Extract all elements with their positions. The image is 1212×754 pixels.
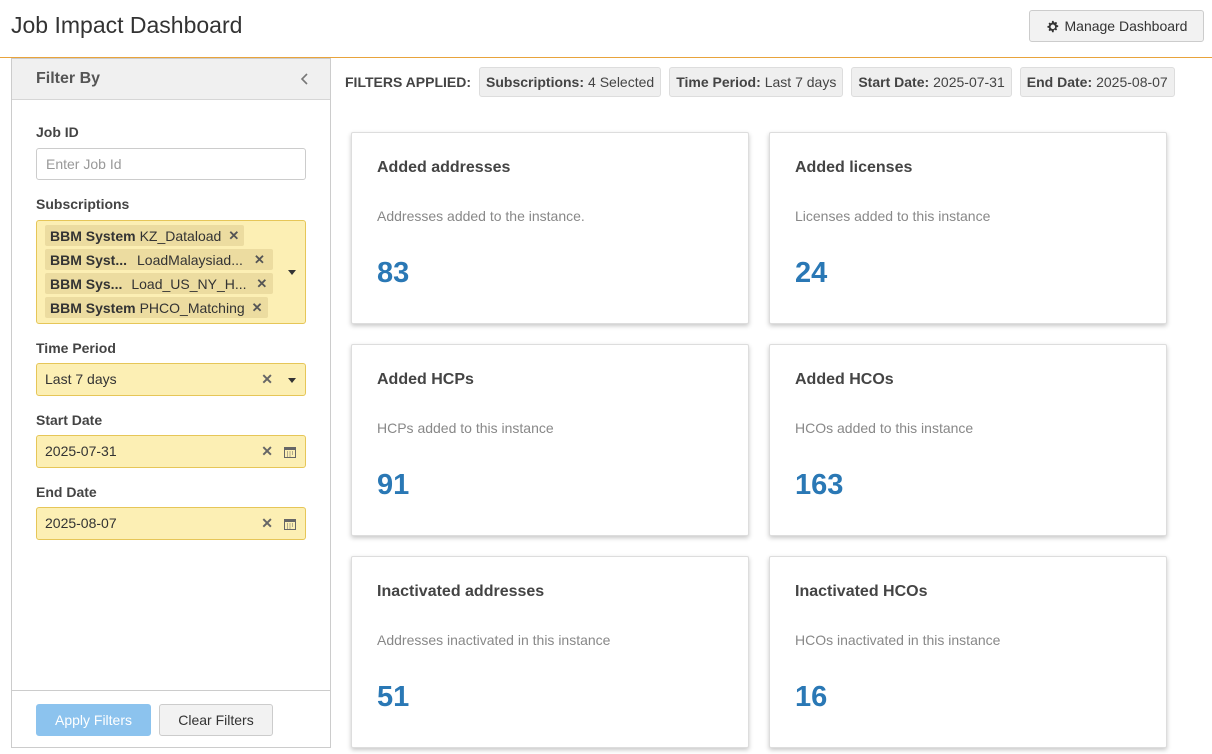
- gear-icon: [1046, 20, 1058, 32]
- calendar-icon[interactable]: [284, 518, 296, 530]
- end-date-input[interactable]: 2025-08-07 ✕: [36, 507, 306, 540]
- start-date-value: 2025-07-31: [45, 443, 117, 459]
- card-description: HCPs added to this instance: [377, 420, 554, 436]
- card-title: Added addresses: [377, 159, 511, 176]
- filter-tag-key: Time Period:: [676, 74, 761, 90]
- filter-tag-value: 4 Selected: [588, 74, 655, 90]
- chip-prefix: BBM System: [50, 227, 136, 244]
- page-header: Job Impact Dashboard Manage Dashboard: [0, 0, 1212, 58]
- card-value: 163: [795, 469, 844, 501]
- metric-card-added-licenses[interactable]: Added licenses Licenses added to this in…: [769, 132, 1167, 324]
- filters-applied-label: FILTERS APPLIED:: [345, 74, 471, 90]
- chip-prefix: BBM Sys...: [50, 275, 123, 292]
- sidebar-title: Filter By: [36, 70, 101, 87]
- chip-text: KZ_Dataload: [139, 227, 222, 244]
- card-description: Licenses added to this instance: [795, 208, 991, 224]
- subscription-chip: BBM Sys... Load_US_NY_H... ✕: [45, 273, 273, 294]
- card-title: Added HCOs: [795, 371, 894, 388]
- chip-prefix: BBM Syst...: [50, 251, 128, 268]
- filters-applied-bar: FILTERS APPLIED: Subscriptions: 4 Select…: [345, 67, 1175, 97]
- chip-text: Load_US_NY_H...: [131, 275, 247, 292]
- filter-tag-value: 2025-07-31: [933, 74, 1005, 90]
- card-value: 16: [795, 681, 828, 713]
- card-title: Added licenses: [795, 159, 913, 176]
- card-value: 83: [377, 257, 410, 289]
- apply-filters-button[interactable]: Apply Filters: [36, 704, 151, 736]
- time-period-label: Time Period: [36, 340, 116, 356]
- remove-chip-icon[interactable]: ✕: [252, 300, 263, 316]
- card-value: 51: [377, 681, 410, 713]
- card-value: 91: [377, 469, 410, 501]
- page-title: Job Impact Dashboard: [11, 12, 243, 38]
- metric-card-added-addresses[interactable]: Added addresses Addresses added to the i…: [351, 132, 749, 324]
- chevron-left-icon[interactable]: [298, 71, 312, 87]
- time-period-value: Last 7 days: [45, 371, 117, 387]
- clear-time-period-icon[interactable]: ✕: [261, 371, 273, 388]
- card-title: Inactivated HCOs: [795, 583, 928, 600]
- sidebar-footer: Apply Filters Clear Filters: [12, 690, 330, 748]
- chip-text: PHCO_Matching: [139, 299, 245, 316]
- job-id-label: Job ID: [36, 124, 79, 140]
- remove-chip-icon[interactable]: ✕: [256, 276, 267, 292]
- card-description: Addresses added to the instance.: [377, 208, 585, 224]
- card-description: Addresses inactivated in this instance: [377, 632, 611, 648]
- card-description: HCOs added to this instance: [795, 420, 974, 436]
- card-description: HCOs inactivated in this instance: [795, 632, 1001, 648]
- remove-chip-icon[interactable]: ✕: [228, 228, 239, 244]
- caret-down-icon[interactable]: [287, 267, 297, 277]
- metric-card-added-hcps[interactable]: Added HCPs HCPs added to this instance 9…: [351, 344, 749, 536]
- card-value: 24: [795, 257, 828, 289]
- time-period-select[interactable]: Last 7 days ✕: [36, 363, 306, 396]
- manage-dashboard-button[interactable]: Manage Dashboard: [1029, 10, 1204, 42]
- caret-down-icon[interactable]: [287, 375, 297, 385]
- filter-tag-start-date: Start Date: 2025-07-31: [851, 67, 1012, 97]
- filter-tag-time-period: Time Period: Last 7 days: [669, 67, 844, 97]
- subscription-chips: BBM System KZ_Dataload ✕ BBM Syst... Loa…: [45, 225, 277, 321]
- subscription-chip: BBM Syst... LoadMalaysiad... ✕: [45, 249, 273, 270]
- filter-tag-subscriptions: Subscriptions: 4 Selected: [479, 67, 662, 97]
- job-id-input[interactable]: [36, 148, 306, 180]
- clear-end-date-icon[interactable]: ✕: [261, 515, 273, 532]
- card-title: Added HCPs: [377, 371, 474, 388]
- remove-chip-icon[interactable]: ✕: [254, 252, 265, 268]
- subscriptions-multiselect[interactable]: BBM System KZ_Dataload ✕ BBM Syst... Loa…: [36, 220, 306, 324]
- start-date-input[interactable]: 2025-07-31 ✕: [36, 435, 306, 468]
- subscription-chip: BBM System PHCO_Matching ✕: [45, 297, 268, 318]
- chip-prefix: BBM System: [50, 299, 136, 316]
- metric-card-added-hcos[interactable]: Added HCOs HCOs added to this instance 1…: [769, 344, 1167, 536]
- end-date-value: 2025-08-07: [45, 515, 117, 531]
- filter-tag-key: Start Date:: [858, 74, 930, 90]
- chip-text: LoadMalaysiad...: [137, 251, 243, 268]
- filter-tag-value: 2025-08-07: [1096, 74, 1168, 90]
- filter-tag-key: End Date:: [1026, 74, 1093, 90]
- metric-card-inactivated-hcos[interactable]: Inactivated HCOs HCOs inactivated in thi…: [769, 556, 1167, 748]
- filter-tag-end-date: End Date: 2025-08-07: [1019, 67, 1175, 97]
- filter-sidebar: Filter By Job ID Subscriptions BBM Syste…: [11, 58, 331, 748]
- card-title: Inactivated addresses: [377, 583, 545, 600]
- clear-filters-button[interactable]: Clear Filters: [159, 704, 273, 736]
- end-date-label: End Date: [36, 484, 97, 500]
- filter-tag-key: Subscriptions:: [486, 74, 585, 90]
- filter-tag-value: Last 7 days: [764, 74, 837, 90]
- subscription-chip: BBM System KZ_Dataload ✕: [45, 225, 245, 246]
- clear-start-date-icon[interactable]: ✕: [261, 443, 273, 460]
- sidebar-header: Filter By: [12, 58, 330, 100]
- subscriptions-label: Subscriptions: [36, 196, 130, 212]
- calendar-icon[interactable]: [284, 446, 296, 458]
- metric-card-inactivated-addresses[interactable]: Inactivated addresses Addresses inactiva…: [351, 556, 749, 748]
- manage-dashboard-label: Manage Dashboard: [1064, 18, 1188, 34]
- start-date-label: Start Date: [36, 412, 103, 428]
